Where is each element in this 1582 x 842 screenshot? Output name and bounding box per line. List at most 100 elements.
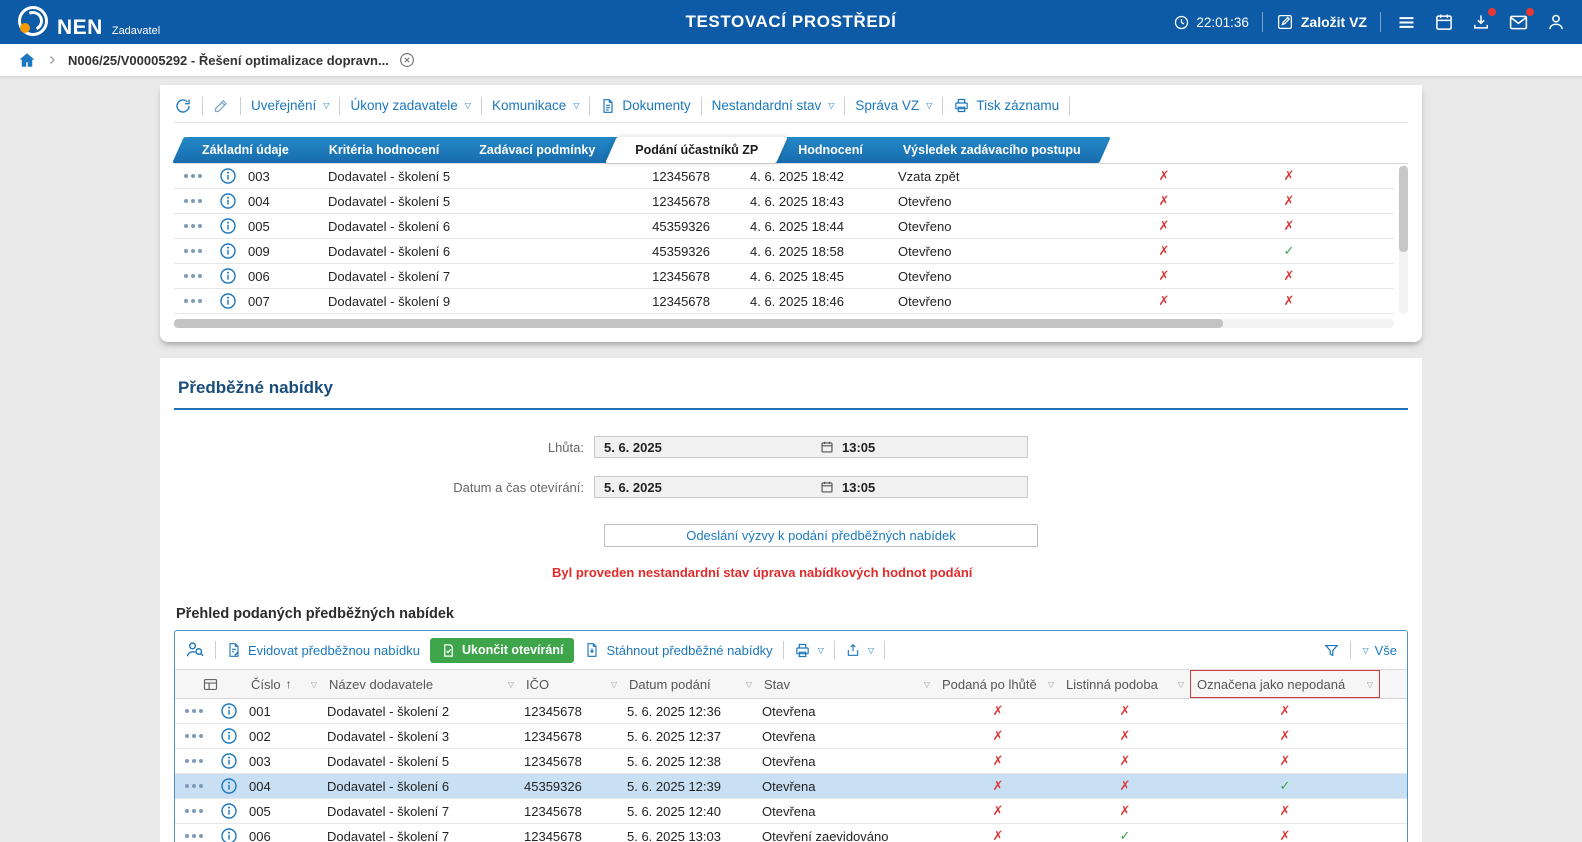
row-menu-button[interactable] [175, 834, 213, 838]
breadcrumb-item[interactable]: N006/25/V00005292 - Řešení optimalizace … [68, 51, 416, 69]
messages-button[interactable] [1506, 10, 1531, 35]
stahnout-nabidky-button[interactable]: Stáhnout předběžné nabídky [584, 642, 772, 658]
row-info-button[interactable] [213, 753, 245, 769]
offer-row[interactable]: 006Dodavatel - školení 7123456785. 6. 20… [175, 824, 1407, 842]
row-menu-button[interactable] [174, 299, 212, 303]
tab[interactable]: Kritéria hodnocení [305, 137, 463, 163]
date-value[interactable]: 5. 6. 2025 [595, 480, 820, 495]
edit-record-button[interactable] [213, 97, 230, 114]
calendar-button[interactable] [1432, 10, 1456, 34]
row-info-button[interactable] [212, 168, 244, 184]
offer-row[interactable]: 002Dodavatel - školení 3123456785. 6. 20… [175, 724, 1407, 749]
toolbar-tisk-zaznamu[interactable]: Tisk záznamu [953, 97, 1059, 114]
participant-row[interactable]: 003Dodavatel - školení 5123456784. 6. 20… [174, 164, 1394, 189]
toolbar-komunikace[interactable]: Komunikace▽ [492, 98, 579, 113]
filter-dropdown-icon[interactable]: ▽ [746, 680, 752, 689]
filter-dropdown-icon[interactable]: ▽ [1048, 680, 1054, 689]
row-menu-button[interactable] [175, 709, 213, 713]
col-header-podana-po-lhute[interactable]: Podaná po lhůtě▽ [936, 670, 1060, 698]
view-selector[interactable]: ▽ Vše [1361, 643, 1397, 658]
home-button[interactable] [18, 51, 36, 69]
date-value[interactable]: 5. 6. 2025 [595, 440, 820, 455]
row-info-button[interactable] [212, 218, 244, 234]
row-info-button[interactable] [213, 828, 245, 842]
history-button[interactable] [174, 97, 192, 115]
filter-dropdown-icon[interactable]: ▽ [508, 680, 514, 689]
row-menu-button[interactable] [175, 759, 213, 763]
filter-dropdown-icon[interactable]: ▽ [611, 680, 617, 689]
participant-row[interactable]: 005Dodavatel - školení 6453593264. 6. 20… [174, 214, 1394, 239]
row-info-button[interactable] [212, 268, 244, 284]
toolbar-uverejneni[interactable]: Uveřejnění▽ [251, 98, 329, 113]
col-header-stav[interactable]: Stav▽ [758, 670, 936, 698]
scrollbar-thumb[interactable] [174, 319, 1223, 328]
col-header-cislo[interactable]: Číslo↑▽ [245, 670, 323, 698]
row-menu-button[interactable] [175, 734, 213, 738]
time-value[interactable]: 13:05 [842, 440, 875, 455]
scrollbar-thumb[interactable] [1399, 166, 1408, 252]
calendar-icon[interactable] [820, 440, 834, 454]
row-info-button[interactable] [213, 728, 245, 744]
row-menu-button[interactable] [175, 809, 213, 813]
send-invitation-button[interactable]: Odeslání výzvy k podání předběžných nabí… [604, 524, 1038, 547]
tab[interactable]: Hodnocení [774, 137, 887, 163]
lhuta-datetime-field[interactable]: 5. 6. 2025 13:05 [594, 436, 1028, 458]
row-info-button[interactable] [212, 193, 244, 209]
tab[interactable]: Zadávací podmínky [455, 137, 619, 163]
search-participant-button[interactable] [185, 640, 205, 660]
tab[interactable]: Výsledek zadávacího postupu [879, 137, 1105, 163]
toolbar-nestandardni-stav[interactable]: Nestandardní stav▽ [712, 98, 835, 113]
close-record-button[interactable] [398, 51, 416, 69]
offer-row[interactable]: 004Dodavatel - školení 6453593265. 6. 20… [175, 774, 1407, 799]
toolbar-dokumenty[interactable]: Dokumenty [600, 98, 690, 114]
row-info-button[interactable] [212, 243, 244, 259]
divider [884, 641, 885, 659]
profile-button[interactable] [1544, 10, 1568, 34]
filter-dropdown-icon[interactable]: ▽ [924, 680, 930, 689]
evidovat-nabidku-button[interactable]: Evidovat předběžnou nabídku [226, 642, 420, 658]
row-menu-button[interactable] [174, 249, 212, 253]
toolbar-ukony-zadavatele[interactable]: Úkony zadavatele▽ [350, 98, 470, 113]
vertical-scrollbar[interactable] [1399, 166, 1408, 314]
row-info-button[interactable] [213, 778, 245, 794]
filter-dropdown-icon[interactable]: ▽ [311, 680, 317, 689]
offer-row[interactable]: 001Dodavatel - školení 2123456785. 6. 20… [175, 699, 1407, 724]
export-table-button[interactable]: ▽ [845, 642, 874, 658]
participant-row[interactable]: 007Dodavatel - školení 9123456784. 6. 20… [174, 289, 1394, 314]
row-menu-button[interactable] [174, 274, 212, 278]
oteviranie-datetime-field[interactable]: 5. 6. 2025 13:05 [594, 476, 1028, 498]
column-settings-button[interactable] [175, 670, 245, 698]
tab[interactable]: Podání účastníků ZP [611, 137, 782, 163]
downloads-button[interactable] [1469, 10, 1493, 34]
row-menu-button[interactable] [174, 224, 212, 228]
print-table-button[interactable]: ▽ [794, 642, 824, 659]
row-info-button[interactable] [213, 703, 245, 719]
col-header-nazev[interactable]: Název dodavatele▽ [323, 670, 520, 698]
participant-row[interactable]: 006Dodavatel - školení 7123456784. 6. 20… [174, 264, 1394, 289]
col-header-ico[interactable]: IČO▽ [520, 670, 623, 698]
offer-row[interactable]: 003Dodavatel - školení 5123456785. 6. 20… [175, 749, 1407, 774]
ukoncit-oteviranie-button[interactable]: Ukončit otevírání [430, 638, 574, 663]
calendar-icon[interactable] [820, 480, 834, 494]
nen-logo[interactable]: NEN Zadavatel [18, 6, 160, 38]
toolbar-sprava-vz[interactable]: Správa VZ▽ [855, 98, 932, 113]
time-value[interactable]: 13:05 [842, 480, 875, 495]
participant-row[interactable]: 004Dodavatel - školení 5123456784. 6. 20… [174, 189, 1394, 214]
row-menu-button[interactable] [175, 784, 213, 788]
row-menu-button[interactable] [174, 174, 212, 178]
col-header-listinna-podoba[interactable]: Listinná podoba▽ [1060, 670, 1190, 698]
row-info-button[interactable] [213, 803, 245, 819]
row-info-button[interactable] [212, 293, 244, 309]
filter-button[interactable] [1323, 642, 1340, 659]
participant-row[interactable]: 009Dodavatel - školení 6453593264. 6. 20… [174, 239, 1394, 264]
col-header-oznacena-jako-nepodana[interactable]: Označena jako nepodaná▽ [1190, 670, 1380, 698]
filter-dropdown-icon[interactable]: ▽ [1367, 680, 1373, 689]
row-menu-button[interactable] [174, 199, 212, 203]
menu-button[interactable] [1394, 10, 1419, 35]
horizontal-scrollbar[interactable] [174, 319, 1394, 328]
filter-dropdown-icon[interactable]: ▽ [1178, 680, 1184, 689]
offer-row[interactable]: 005Dodavatel - školení 7123456785. 6. 20… [175, 799, 1407, 824]
col-header-datum[interactable]: Datum podání▽ [623, 670, 758, 698]
create-vz-button[interactable]: Založit VZ [1276, 13, 1367, 31]
tab[interactable]: Základní údaje [178, 137, 313, 163]
